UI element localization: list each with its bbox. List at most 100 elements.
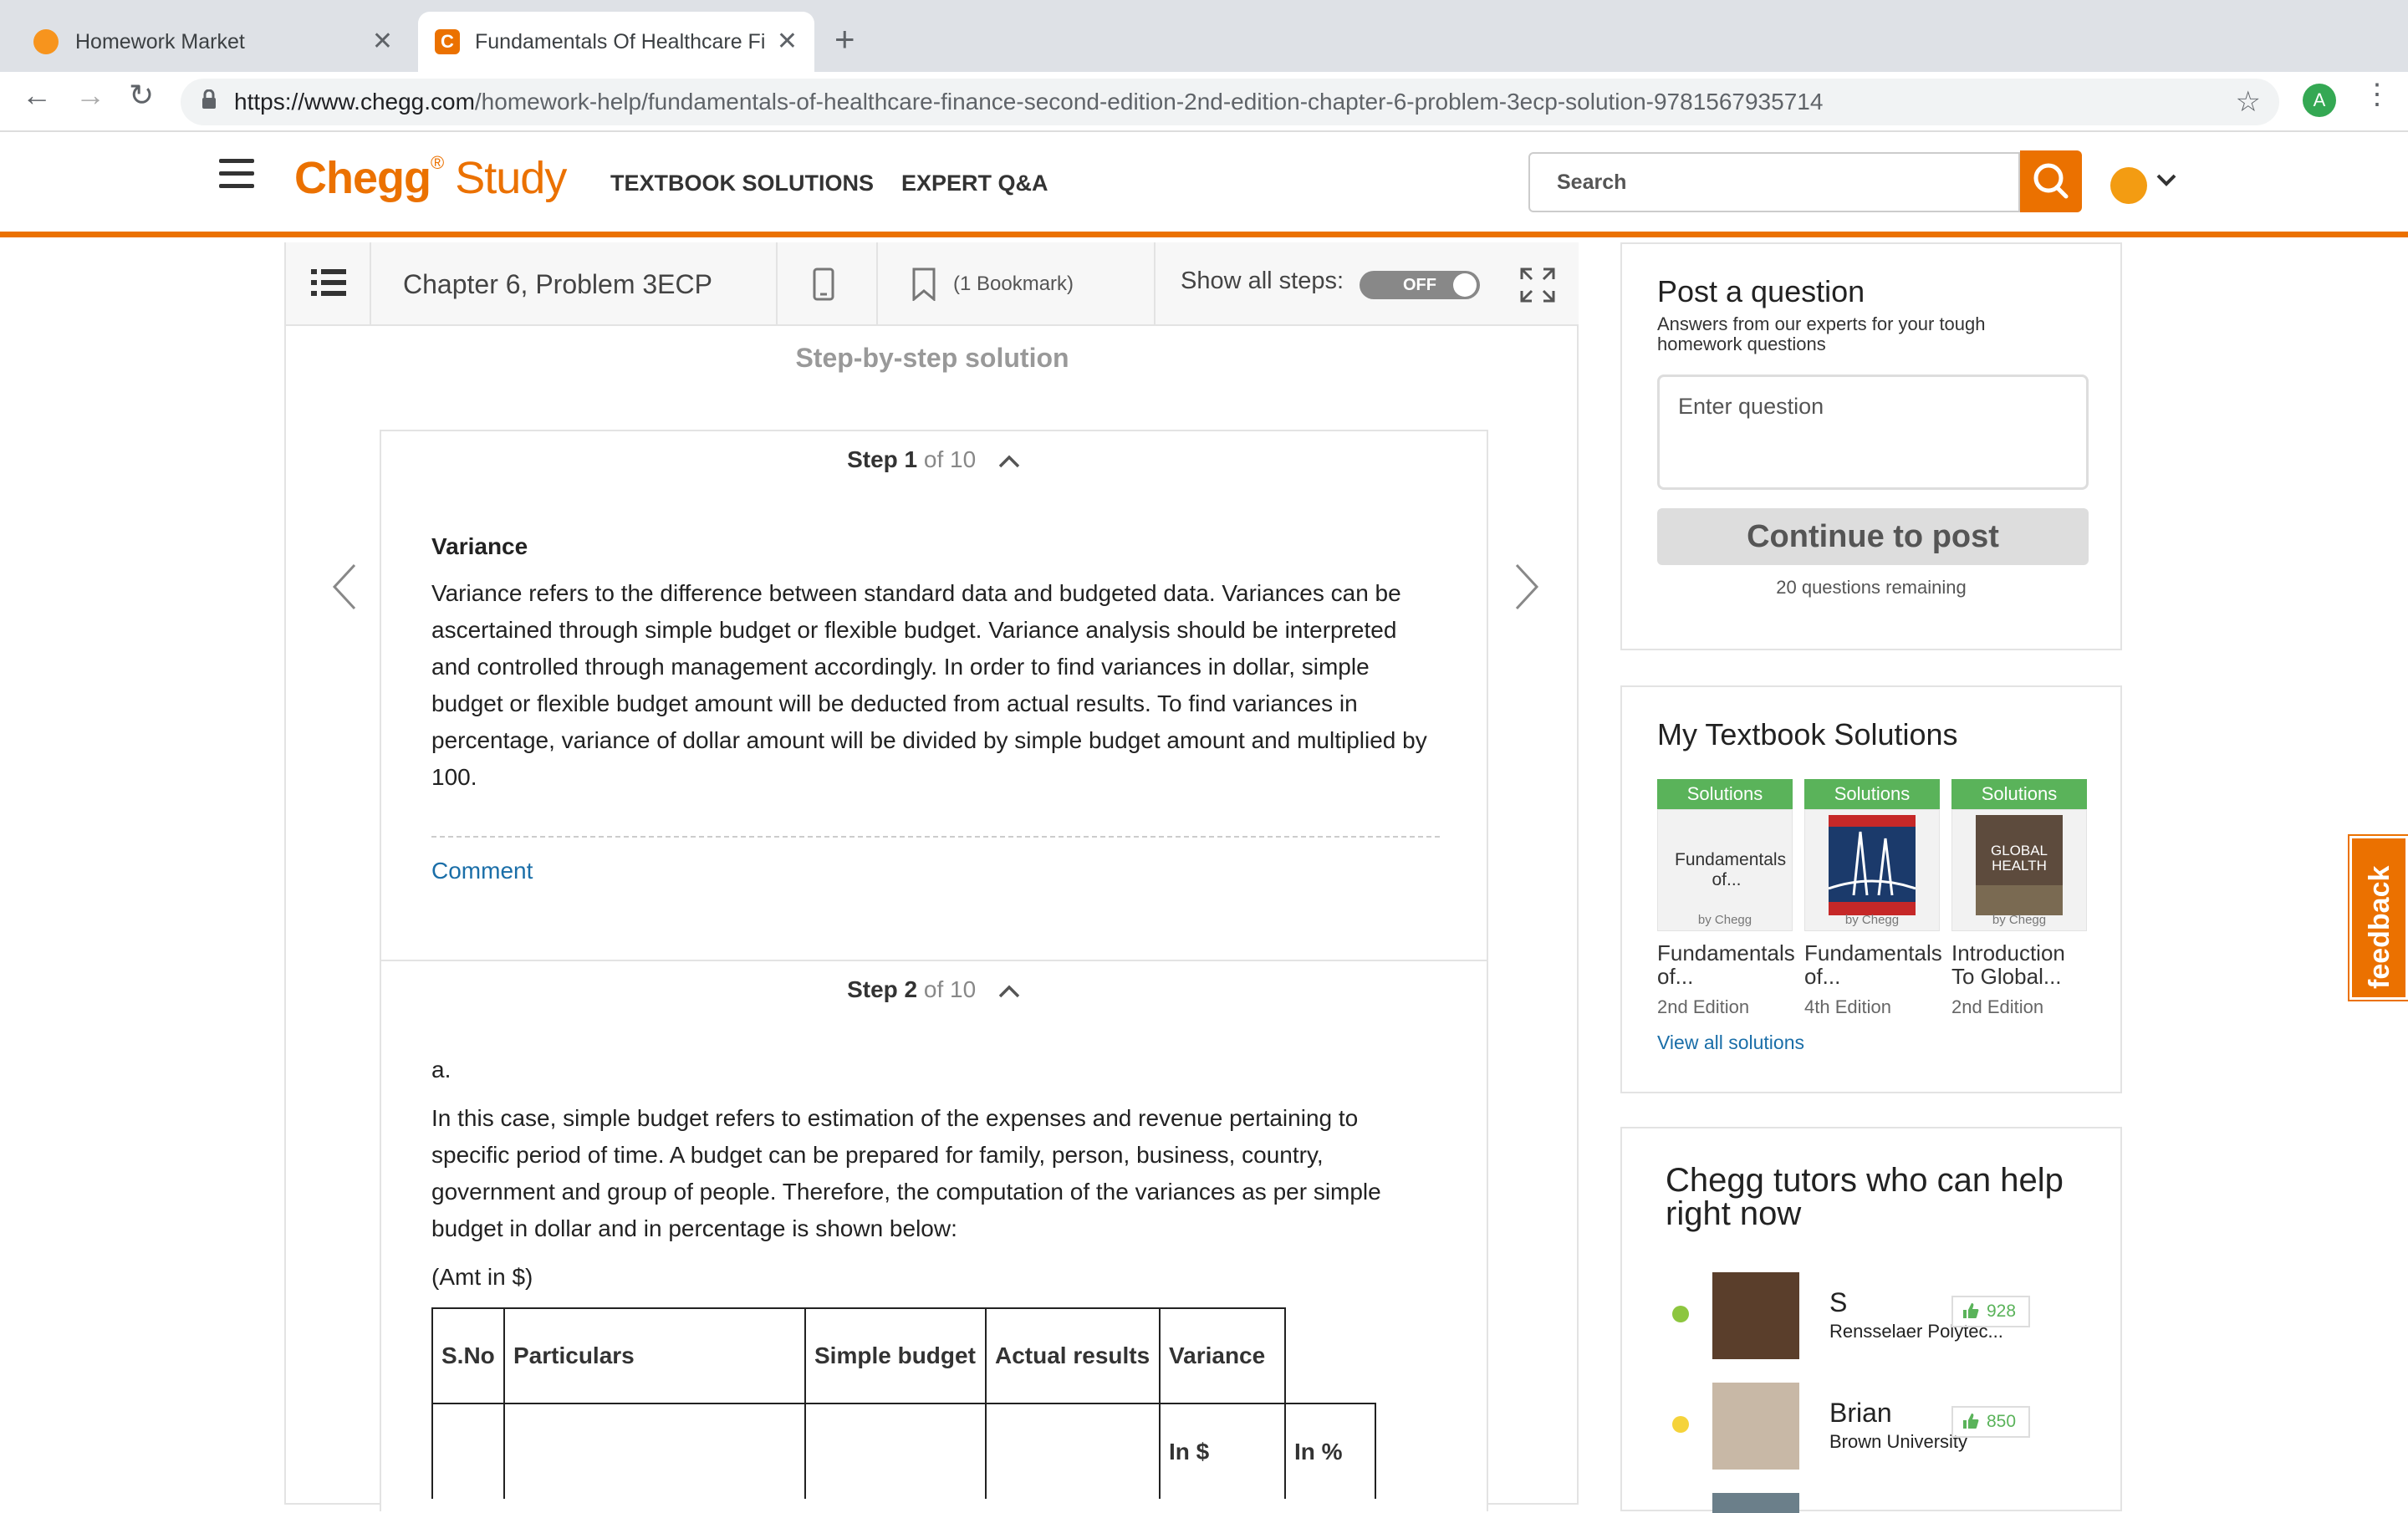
table-subheader: In % — [1285, 1403, 1376, 1499]
table-subheader: In $ — [1160, 1403, 1286, 1499]
cover-byline: by Chegg — [1992, 913, 2047, 927]
feedback-label: feedback — [2364, 865, 2395, 989]
chegg-study-logo[interactable]: Chegg® Study — [294, 152, 567, 204]
nav-textbook-solutions[interactable]: TEXTBOOK SOLUTIONS — [610, 171, 874, 196]
tutor-item[interactable]: Brian Brown University 850 — [1672, 1383, 2090, 1470]
table-header: Variance — [1159, 1307, 1286, 1404]
reload-icon[interactable]: ↻ — [129, 80, 154, 110]
new-tab-icon[interactable]: + — [834, 22, 855, 57]
step-1-header[interactable]: Step 1 of 10 — [381, 446, 1487, 475]
forward-icon[interactable]: → — [75, 80, 105, 110]
thumbs-up-icon — [1962, 1411, 1980, 1439]
search-input[interactable]: Search — [1528, 152, 2020, 212]
cover-text: Fundamentals of... — [1675, 850, 1787, 889]
post-question-title: Post a question — [1657, 274, 1865, 308]
address-bar[interactable]: https://www.chegg.com/homework-help/fund… — [181, 79, 2279, 125]
chevron-up-icon[interactable] — [997, 978, 1021, 1005]
bookmark-star-icon[interactable]: ☆ — [2236, 85, 2261, 119]
show-all-steps-toggle[interactable]: OFF — [1360, 271, 1480, 299]
book-edition: 2nd Edition — [1951, 996, 2044, 1017]
browser-menu-icon[interactable]: ⋮ — [2363, 80, 2391, 109]
bookmark-icon[interactable] — [911, 267, 936, 305]
lock-icon — [201, 89, 217, 115]
table-header: Actual results — [985, 1307, 1161, 1404]
solutions-badge: Solutions — [1804, 779, 1940, 809]
back-icon[interactable]: ← — [22, 80, 52, 110]
textbook-item[interactable]: Solutions by Chegg Fundamentals of... 4t… — [1804, 779, 1942, 1018]
solution-heading: Step-by-step solution — [795, 343, 1069, 373]
bookmark-count[interactable]: (1 Bookmark) — [953, 273, 1074, 296]
question-input[interactable]: Enter question — [1657, 374, 2089, 490]
hamburger-menu-icon[interactable] — [219, 159, 254, 189]
tutor-school: Brown University — [1829, 1431, 1968, 1452]
book-title: Fundamentals of... — [1657, 940, 1795, 989]
solution-panel: Chapter 6, Problem 3ECP (1 Bookmark) Sho… — [284, 242, 1579, 1511]
tutor-name: Brian — [1829, 1398, 1892, 1428]
table-header: Particulars — [503, 1307, 806, 1404]
homework-market-favicon-icon — [33, 29, 59, 54]
step-number: Step 1 — [847, 446, 918, 472]
show-all-steps-label: Show all steps: — [1181, 267, 1344, 294]
list-icon[interactable] — [311, 267, 346, 302]
book-cover: Fundamentals of... by Chegg — [1657, 809, 1793, 931]
solutions-badge: Solutions — [1657, 779, 1793, 809]
search-icon — [2033, 163, 2069, 199]
textbook-item[interactable]: Solutions GLOBAL HEALTH by Chegg Introdu… — [1951, 779, 2087, 1018]
tutor-avatar — [1712, 1493, 1799, 1513]
textbook-item[interactable]: Solutions Fundamentals of... by Chegg Fu… — [1657, 779, 1795, 1018]
mobile-icon[interactable] — [813, 267, 834, 305]
profile-avatar[interactable]: A — [2303, 84, 2336, 117]
online-status-indicator — [1672, 1306, 1689, 1322]
book-edition: 2nd Edition — [1657, 996, 1750, 1017]
search-button[interactable] — [2020, 150, 2082, 212]
view-all-solutions-link[interactable]: View all solutions — [1657, 1032, 1804, 1054]
browser-toolbar: ← → ↻ https://www.chegg.com/homework-hel… — [0, 72, 2408, 132]
logo-brand: Chegg — [294, 153, 431, 203]
divider — [431, 836, 1440, 838]
continue-to-post-button[interactable]: Continue to post — [1657, 508, 2089, 565]
tab-title: Homework Market — [75, 29, 245, 53]
expand-icon[interactable] — [1520, 267, 1555, 307]
likes-count: 850 — [1987, 1412, 2017, 1431]
next-step-arrow-icon[interactable] — [1510, 562, 1543, 621]
questions-remaining: 20 questions remaining — [1776, 577, 1967, 598]
previous-step-arrow-icon[interactable] — [328, 562, 361, 621]
variance-table: S.No Particulars Simple budget Actual re… — [431, 1307, 1376, 1499]
user-avatar[interactable] — [2110, 167, 2147, 204]
step-of-total: of 10 — [923, 976, 977, 1002]
tab-chegg-active[interactable]: C Fundamentals Of Healthcare Fi ✕ — [418, 12, 814, 72]
likes-count: 928 — [1987, 1302, 2017, 1321]
chevron-down-icon[interactable] — [2155, 169, 2177, 197]
tab-title: Fundamentals Of Healthcare Fi — [475, 29, 766, 53]
tutor-avatar — [1712, 1383, 1799, 1470]
close-tab-icon[interactable]: ✕ — [777, 27, 798, 56]
feedback-tab[interactable]: feedback — [2348, 834, 2408, 1001]
tutor-item[interactable]: S Rensselaer Polytec... 928 — [1672, 1272, 2090, 1359]
nav-expert-qa[interactable]: EXPERT Q&A — [901, 171, 1048, 196]
step-card-1: Step 1 of 10 Variance Variance refers to… — [380, 430, 1488, 961]
solution-toolbar: Chapter 6, Problem 3ECP (1 Bookmark) Sho… — [286, 242, 1579, 326]
step-of-total: of 10 — [923, 446, 977, 472]
amount-note: (Amt in $) — [431, 1264, 533, 1290]
comment-link[interactable]: Comment — [431, 853, 1435, 889]
tutor-avatar — [1712, 1272, 1799, 1359]
bridge-cover-image — [1829, 815, 1916, 915]
step-text: In this case, simple budget refers to es… — [431, 1105, 1381, 1241]
thumbs-up-icon — [1962, 1301, 1980, 1329]
online-status-indicator — [1672, 1416, 1689, 1433]
tutor-name: S — [1829, 1287, 1848, 1317]
close-tab-icon[interactable]: ✕ — [372, 27, 393, 56]
logo-product: Study — [455, 153, 567, 203]
cover-byline: by Chegg — [1844, 913, 1900, 927]
textbook-solutions-card: My Textbook Solutions Solutions Fundamen… — [1620, 685, 2122, 1093]
chapter-problem-title: Chapter 6, Problem 3ECP — [403, 269, 712, 299]
tutor-likes: 850 — [1951, 1406, 2030, 1438]
step-2-header[interactable]: Step 2 of 10 — [381, 976, 1487, 1005]
tab-homework-market[interactable]: Homework Market ✕ — [0, 12, 410, 72]
book-title: Fundamentals of... — [1804, 940, 1942, 989]
step-part-label: a. — [431, 1057, 452, 1083]
chegg-favicon-icon: C — [435, 29, 460, 54]
chevron-up-icon[interactable] — [997, 448, 1021, 475]
solutions-badge: Solutions — [1951, 779, 2087, 809]
tutors-title: Chegg tutors who can help right now — [1666, 1162, 2064, 1232]
